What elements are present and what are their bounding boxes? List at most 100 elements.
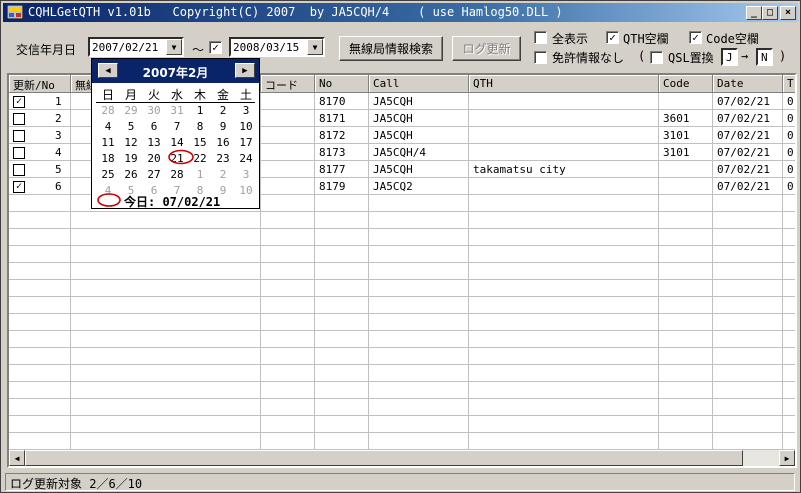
calendar-today-link[interactable]: 今日: 07/02/21 bbox=[96, 193, 220, 249]
calendar-weekday: 木 bbox=[193, 88, 206, 102]
grid-line bbox=[9, 364, 795, 365]
row-update-checkbox[interactable] bbox=[13, 164, 25, 176]
calendar-day[interactable]: 8 bbox=[188, 120, 212, 133]
calendar-day[interactable]: 3 bbox=[234, 104, 258, 117]
grid-line bbox=[9, 381, 795, 382]
calendar-day[interactable]: 11 bbox=[96, 136, 120, 149]
calendar-day[interactable]: 6 bbox=[142, 120, 166, 133]
row-log-no: 8179 bbox=[319, 180, 346, 193]
scroll-thumb[interactable] bbox=[25, 450, 743, 466]
calendar-next-button[interactable]: ▶ bbox=[235, 63, 255, 78]
calendar-day[interactable]: 28 bbox=[96, 104, 120, 117]
calendar-day[interactable]: 9 bbox=[211, 120, 235, 133]
row-update-checkbox[interactable]: ✓ bbox=[13, 181, 25, 193]
qsl-from-input[interactable]: J bbox=[721, 48, 738, 66]
status-text: ログ更新対象 2／6／10 bbox=[10, 477, 143, 491]
grid-line bbox=[9, 279, 795, 280]
log-update-button[interactable]: ログ更新 bbox=[452, 36, 521, 61]
calendar-day[interactable]: 19 bbox=[119, 152, 143, 165]
scroll-right-button[interactable]: ▶ bbox=[779, 450, 795, 466]
calendar-day[interactable]: 26 bbox=[119, 168, 143, 181]
calendar-today-label: 今日: 07/02/21 bbox=[124, 195, 221, 209]
arrow-right-icon: ▶ bbox=[784, 453, 790, 463]
calendar-day[interactable]: 25 bbox=[96, 168, 120, 181]
grid-line bbox=[9, 432, 795, 433]
calendar-day[interactable]: 23 bbox=[211, 152, 235, 165]
code-empty-checkbox[interactable]: ✓ bbox=[689, 31, 702, 44]
row-t: 0 bbox=[787, 146, 794, 159]
date-from-dropdown-button[interactable]: ▼ bbox=[166, 39, 182, 55]
calendar-day[interactable]: 1 bbox=[188, 104, 212, 117]
calendar-day[interactable]: 10 bbox=[234, 120, 258, 133]
minimize-button[interactable]: _ bbox=[746, 6, 762, 20]
row-update-checkbox[interactable] bbox=[13, 113, 25, 125]
calendar-day[interactable]: 24 bbox=[234, 152, 258, 165]
calendar-day[interactable]: 15 bbox=[188, 136, 212, 149]
date-to-checkbox[interactable]: ✓ bbox=[209, 41, 222, 54]
date-to-picker[interactable]: 2008/03/15 ▼ bbox=[229, 37, 325, 57]
title-bar[interactable]: CQHLGetQTH v1.01b Copyright(C) 2007 by J… bbox=[3, 3, 798, 22]
row-update-checkbox[interactable] bbox=[13, 130, 25, 142]
qsl-replace-label: QSL置換 bbox=[668, 51, 714, 65]
column-header-date[interactable]: Date bbox=[713, 75, 783, 93]
maximize-button[interactable]: □ bbox=[762, 6, 778, 20]
qsl-replace-checkbox[interactable] bbox=[650, 51, 663, 64]
show-all-checkbox[interactable] bbox=[534, 31, 547, 44]
row-date: 07/02/21 bbox=[717, 163, 770, 176]
calendar-day[interactable]: 2 bbox=[211, 168, 235, 181]
date-from-picker[interactable]: 2007/02/21 ▼ bbox=[88, 37, 184, 57]
row-call: JA5CQH bbox=[373, 163, 413, 176]
column-header-qth[interactable]: QTH bbox=[469, 75, 659, 93]
calendar-day[interactable]: 20 bbox=[142, 152, 166, 165]
calendar-day[interactable]: 12 bbox=[119, 136, 143, 149]
row-date: 07/02/21 bbox=[717, 95, 770, 108]
row-call: JA5CQH/4 bbox=[373, 146, 426, 159]
calendar-day[interactable]: 3 bbox=[234, 168, 258, 181]
calendar-day[interactable]: 13 bbox=[142, 136, 166, 149]
calendar-day[interactable]: 28 bbox=[165, 168, 189, 181]
column-header-t[interactable]: T bbox=[783, 75, 795, 93]
calendar-day[interactable]: 4 bbox=[96, 120, 120, 133]
calendar-day[interactable]: 14 bbox=[165, 136, 189, 149]
calendar-day[interactable]: 5 bbox=[119, 120, 143, 133]
row-log-no: 8172 bbox=[319, 129, 346, 142]
calendar-dropdown[interactable]: ◀ 2007年2月 ▶ 日月火水木金土 28 29 30 31 1 2 3 4 5 6 7 8 9 10 1… bbox=[91, 58, 260, 209]
calendar-day[interactable]: 7 bbox=[165, 120, 189, 133]
row-no: 2 bbox=[55, 112, 62, 125]
grid-line bbox=[9, 347, 795, 348]
close-button[interactable]: × bbox=[780, 6, 796, 20]
scroll-left-button[interactable]: ◀ bbox=[9, 450, 25, 466]
grid-line bbox=[9, 415, 795, 416]
column-header-code[interactable]: Code bbox=[659, 75, 713, 93]
code-empty-label: Code空欄 bbox=[706, 32, 759, 46]
qth-empty-checkbox[interactable]: ✓ bbox=[606, 31, 619, 44]
date-to-dropdown-button[interactable]: ▼ bbox=[307, 39, 323, 55]
show-all-label: 全表示 bbox=[552, 32, 589, 46]
column-header-update-no[interactable]: 更新/No bbox=[9, 75, 71, 93]
qsl-to-input[interactable]: N bbox=[756, 48, 773, 66]
calendar-day[interactable]: 16 bbox=[211, 136, 235, 149]
calendar-day[interactable]: 18 bbox=[96, 152, 120, 165]
column-header-code-jp[interactable]: コード bbox=[261, 75, 315, 93]
row-date: 07/02/21 bbox=[717, 180, 770, 193]
column-header-no[interactable]: No bbox=[315, 75, 369, 93]
calendar-day[interactable]: 1 bbox=[188, 168, 212, 181]
station-search-button[interactable]: 無線局情報検索 bbox=[339, 36, 443, 61]
row-update-checkbox[interactable]: ✓ bbox=[13, 96, 25, 108]
calendar-day[interactable]: 10 bbox=[234, 184, 258, 197]
row-update-checkbox[interactable] bbox=[13, 147, 25, 159]
row-log-no: 8171 bbox=[319, 112, 346, 125]
calendar-day[interactable]: 17 bbox=[234, 136, 258, 149]
calendar-day[interactable]: 29 bbox=[119, 104, 143, 117]
no-license-checkbox[interactable] bbox=[534, 51, 547, 64]
column-header-call[interactable]: Call bbox=[369, 75, 469, 93]
horizontal-scrollbar[interactable]: ◀ ▶ bbox=[9, 450, 795, 466]
calendar-day[interactable]: 27 bbox=[142, 168, 166, 181]
paren-close: ) bbox=[779, 49, 787, 63]
row-no: 5 bbox=[55, 163, 62, 176]
calendar-day[interactable]: 30 bbox=[142, 104, 166, 117]
close-icon: × bbox=[784, 7, 792, 18]
calendar-day[interactable]: 31 bbox=[165, 104, 189, 117]
calendar-day[interactable]: 2 bbox=[211, 104, 235, 117]
date-label: 交信年月日 bbox=[16, 43, 77, 57]
